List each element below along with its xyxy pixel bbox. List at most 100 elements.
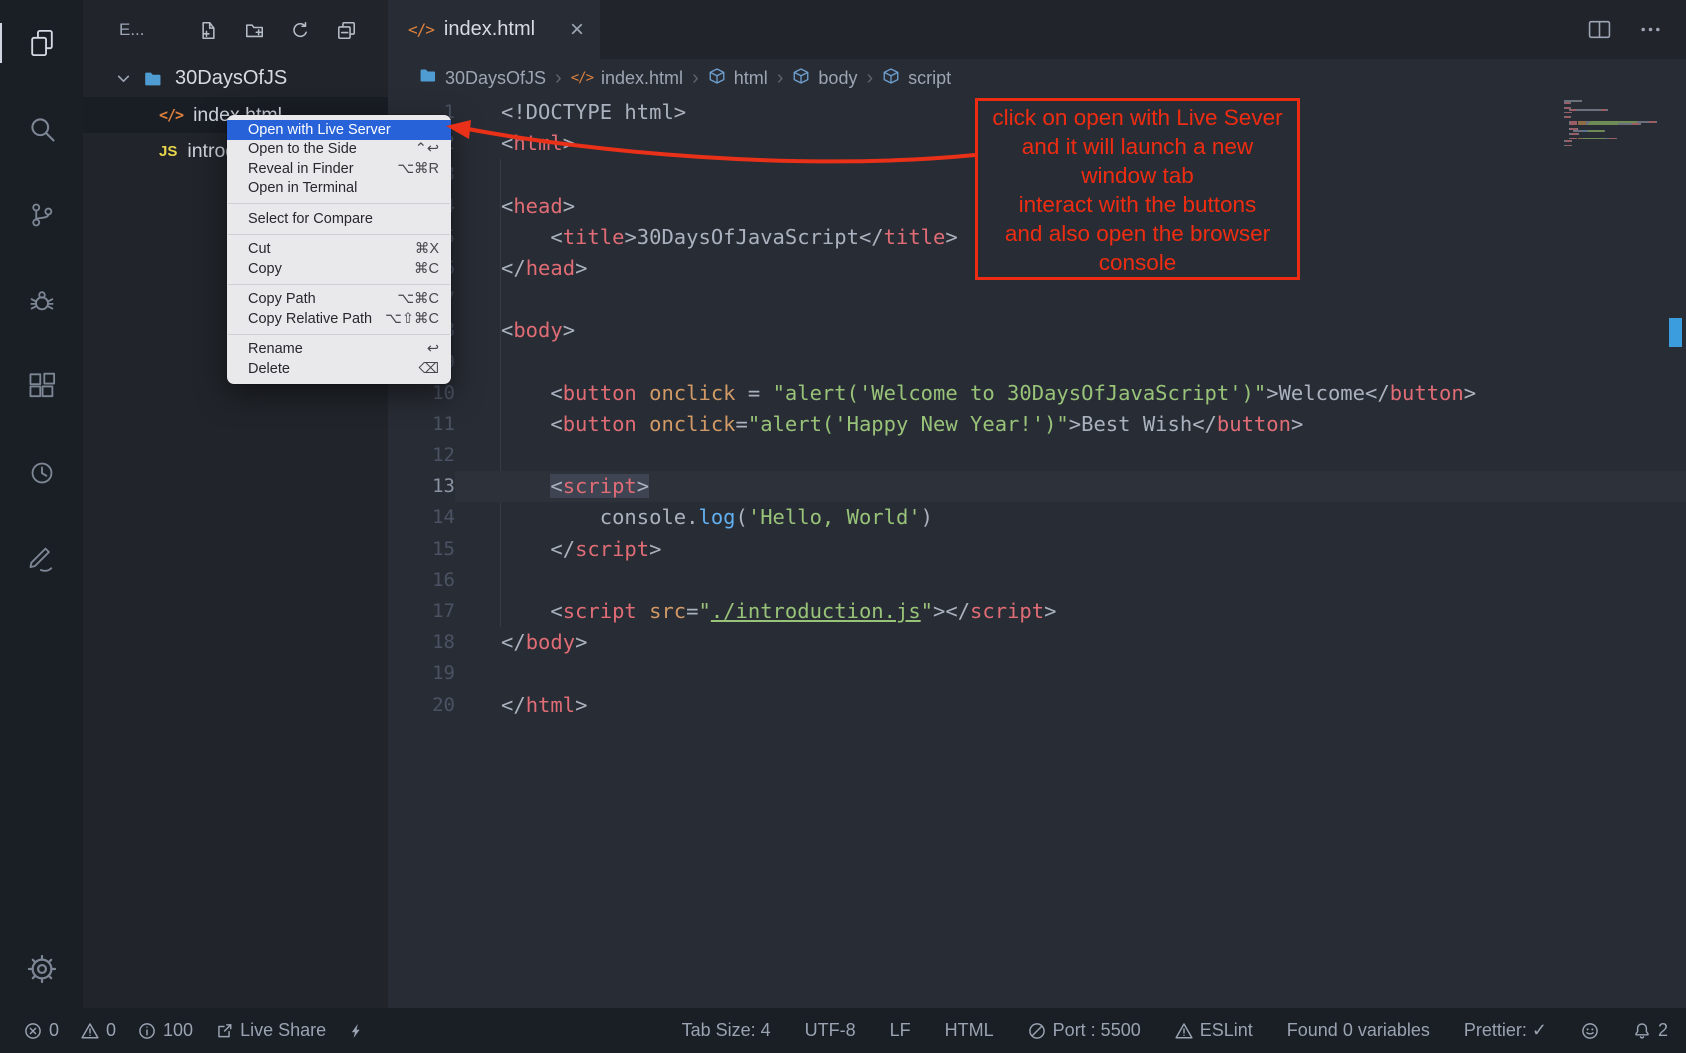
minimap-token [1578, 123, 1586, 125]
menu-item-open-in-terminal[interactable]: Open in Terminal [227, 179, 451, 199]
code-line-20[interactable]: 20</html> [388, 690, 1686, 721]
status-prettier[interactable]: Prettier: ✓ [1464, 1020, 1547, 1041]
debug-icon[interactable] [18, 277, 66, 325]
tab-index-html[interactable]: </> index.html × [388, 0, 600, 59]
source-control-icon[interactable] [18, 191, 66, 239]
code-line-11[interactable]: 11 <button onclick="alert('Happy New Yea… [388, 409, 1686, 440]
code-line-19[interactable]: 19 [388, 658, 1686, 689]
menu-item-delete[interactable]: Delete⌫ [227, 359, 451, 379]
menu-item-reveal-in-finder[interactable]: Reveal in Finder⌥⌘R [227, 159, 451, 179]
pen-icon[interactable] [18, 535, 66, 583]
status-found-0-variables[interactable]: Found 0 variables [1287, 1020, 1430, 1041]
code-line-10[interactable]: 10 <button onclick = "alert('Welcome to … [388, 378, 1686, 409]
menu-item-label: Copy [248, 261, 402, 277]
code-line-15[interactable]: 15 </script> [388, 534, 1686, 565]
status-lf[interactable]: LF [890, 1020, 911, 1041]
code-line-9[interactable]: 9 [388, 347, 1686, 378]
code-line-14[interactable]: 14 console.log('Hello, World') [388, 502, 1686, 533]
minimap[interactable] [1564, 100, 1664, 147]
status-html[interactable]: HTML [945, 1020, 994, 1041]
menu-item-select-for-compare[interactable]: Select for Compare [227, 209, 451, 229]
history-icon[interactable] [18, 449, 66, 497]
code-token: 'Hello, World' [748, 505, 921, 529]
code-token: < [550, 225, 562, 249]
code-token: < [550, 381, 562, 405]
code-token [501, 537, 550, 561]
bell-icon [1633, 1022, 1651, 1040]
status-100[interactable]: 100 [138, 1020, 193, 1041]
menu-item-cut[interactable]: Cut⌘X [227, 240, 451, 260]
new-file-icon[interactable] [198, 20, 218, 40]
search-icon[interactable] [18, 105, 66, 153]
refresh-icon[interactable] [290, 20, 310, 40]
code-line-8[interactable]: 8<body> [388, 315, 1686, 346]
status-tab-size-4[interactable]: Tab Size: 4 [682, 1020, 771, 1041]
code-text: <body> [455, 315, 1686, 346]
code-token: > [624, 225, 636, 249]
breadcrumb-label: html [734, 68, 768, 89]
menu-item-rename[interactable]: Rename↩ [227, 340, 451, 360]
code-token: button [1390, 381, 1464, 405]
minimap-token [1584, 138, 1604, 140]
js-file-icon: JS [159, 143, 177, 160]
new-folder-icon[interactable] [244, 20, 264, 40]
line-number: 14 [388, 502, 455, 533]
status-0[interactable]: 0 [81, 1020, 116, 1041]
extensions-icon[interactable] [18, 363, 66, 411]
more-actions-icon[interactable] [1639, 18, 1662, 41]
code-token: > [1291, 412, 1303, 436]
collapse-all-icon[interactable] [336, 20, 356, 40]
minimap-token [1578, 133, 1579, 135]
slash-circle-icon [1028, 1022, 1046, 1040]
breadcrumb-separator: › [692, 67, 699, 90]
menu-item-open-with-live-server[interactable]: Open with Live Server [227, 120, 451, 140]
error-circle-icon [24, 1022, 42, 1040]
annotation-text: and it will launch a new [978, 132, 1297, 161]
code-line-12[interactable]: 12 [388, 440, 1686, 471]
minimap-line [1564, 145, 1664, 147]
status-live-share[interactable]: Live Share [215, 1020, 326, 1041]
warning-triangle-icon [81, 1022, 99, 1040]
menu-item-copy-relative-path[interactable]: Copy Relative Path⌥⇧⌘C [227, 309, 451, 329]
code-line-13[interactable]: 13 <script> [388, 471, 1686, 502]
code-token: > [1069, 412, 1081, 436]
status-0[interactable]: 0 [24, 1020, 59, 1041]
settings-gear-icon[interactable] [18, 945, 66, 993]
code-token: ) [921, 505, 933, 529]
code-token: head [526, 256, 575, 280]
breadcrumb-item-body[interactable]: body [792, 67, 857, 90]
code-line-7[interactable]: 7 [388, 284, 1686, 315]
status-bar-left: 0 0 100 Live Share [24, 1020, 364, 1041]
status-bar: 0 0 100 Live Share Tab Size: 4 UTF-8 LF HTML Po… [0, 1008, 1686, 1053]
status-utf-8[interactable]: UTF-8 [805, 1020, 856, 1041]
minimap-token [1571, 145, 1572, 147]
status-2[interactable]: 2 [1633, 1020, 1668, 1041]
breadcrumb-separator: › [777, 67, 784, 90]
menu-item-copy[interactable]: Copy⌘C [227, 259, 451, 279]
menu-separator [228, 334, 450, 335]
status-eslint[interactable]: ESLint [1175, 1020, 1253, 1041]
breadcrumb-item-index-html[interactable]: </>index.html [571, 68, 683, 89]
status-smiley[interactable] [1581, 1022, 1599, 1040]
split-editor-icon[interactable] [1588, 18, 1611, 41]
menu-shortcut: ↩ [427, 341, 439, 357]
explorer-icon[interactable] [18, 19, 66, 67]
folder-row-30daysofjs[interactable]: 30DaysOfJS [83, 60, 388, 97]
minimap-token [1604, 130, 1605, 132]
breadcrumb-item-30daysofjs[interactable]: 30DaysOfJS [418, 67, 546, 89]
breadcrumb-item-script[interactable]: script [882, 67, 951, 90]
html-file-icon: </> [159, 106, 183, 124]
tab-close-icon[interactable]: × [570, 18, 584, 42]
menu-item-open-to-the-side[interactable]: Open to the Side⌃↩ [227, 140, 451, 160]
code-line-17[interactable]: 17 <script src="./introduction.js"></scr… [388, 596, 1686, 627]
menu-shortcut: ⌥⇧⌘C [385, 311, 439, 327]
context-menu: Open with Live ServerOpen to the Side⌃↩R… [227, 115, 451, 384]
menu-shortcut: ⌥⌘R [397, 161, 439, 177]
status-port-5500[interactable]: Port : 5500 [1028, 1020, 1141, 1041]
breadcrumb-item-html[interactable]: html [708, 67, 768, 90]
menu-item-copy-path[interactable]: Copy Path⌥⌘C [227, 290, 451, 310]
code-line-16[interactable]: 16 [388, 565, 1686, 596]
minimap-token [1609, 138, 1616, 140]
code-line-18[interactable]: 18</body> [388, 627, 1686, 658]
status-lightning[interactable] [348, 1022, 364, 1040]
